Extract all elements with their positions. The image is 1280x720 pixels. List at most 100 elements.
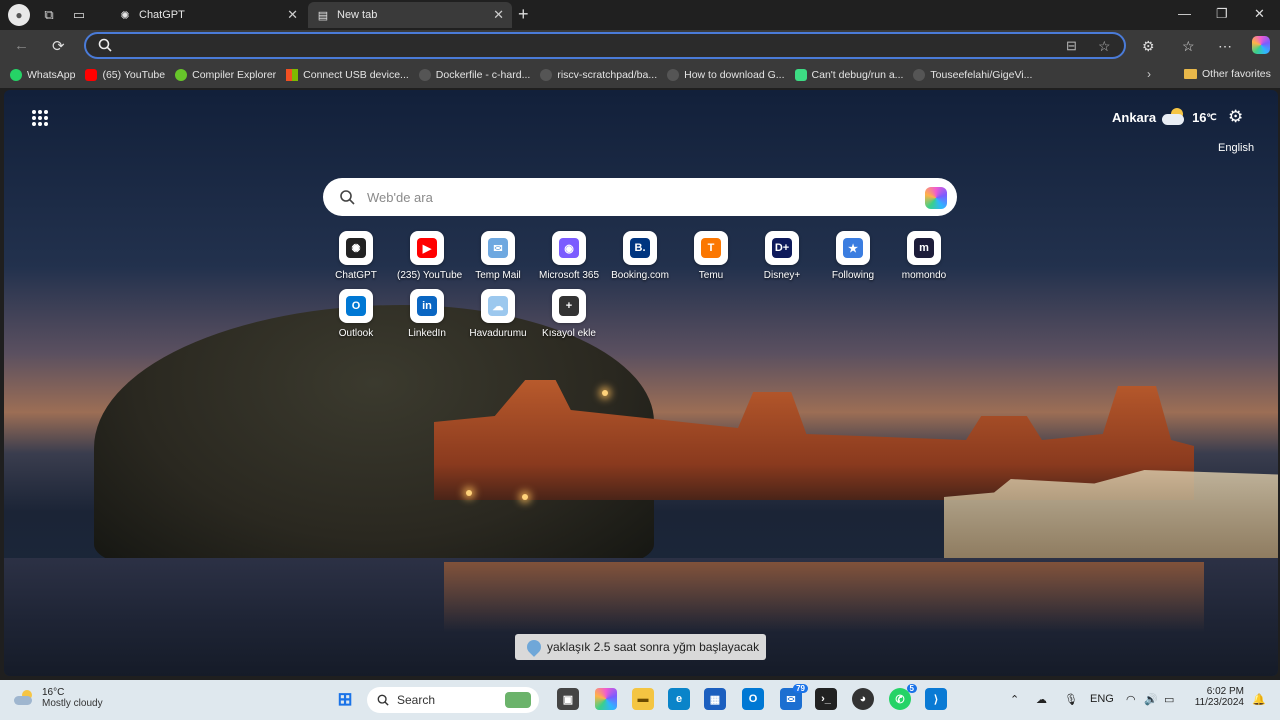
shortcut-tile-disney[interactable]: D+ Disney+ [752, 231, 812, 281]
windows-start-icon[interactable]: ⊞ [334, 688, 356, 710]
shortcut-icon-box: + [552, 289, 586, 323]
shortcut-label: ChatGPT [335, 270, 377, 281]
shortcut-tile-following[interactable]: ★ Following [823, 231, 883, 281]
microphone-icon[interactable]: 🎙 [1064, 693, 1078, 706]
bookmark-cant-debug[interactable]: Can't debug/run a... [794, 69, 903, 81]
m365-icon: ◉ [559, 238, 579, 258]
background-lamp [522, 494, 528, 500]
weather-icon: ☁ [488, 296, 508, 316]
github-icon [913, 69, 926, 81]
close-icon[interactable]: ✕ [287, 7, 298, 23]
app-icon[interactable]: ◕ [852, 688, 874, 710]
shortcut-tile-havadurumu[interactable]: ☁ Havadurumu [468, 289, 528, 339]
bookmark-compiler-explorer[interactable]: Compiler Explorer [175, 69, 276, 81]
shortcut-icon-box: O [339, 289, 373, 323]
tab-chatgpt[interactable]: ✺ ChatGPT ✕ [110, 2, 306, 28]
onedrive-icon[interactable]: ☁ [1036, 693, 1047, 706]
favorite-star-icon[interactable]: ☆ [1098, 38, 1111, 55]
vscode-icon[interactable]: ⟩ [925, 688, 947, 710]
bookmark-riscv[interactable]: riscv-scratchpad/ba... [540, 69, 657, 81]
shortcut-tile-temu[interactable]: T Temu [681, 231, 741, 281]
profile-avatar[interactable]: ● [8, 4, 30, 26]
file-explorer-icon[interactable]: ▬ [632, 688, 654, 710]
store-icon[interactable]: ▦ [704, 688, 726, 710]
shortcut-tile-kısayol-ekle[interactable]: + Kısayol ekle [539, 289, 599, 339]
minimize-button[interactable]: — [1178, 6, 1191, 21]
notification-bell-icon[interactable]: 🔔 [1252, 693, 1266, 706]
shortcut-label: Booking.com [611, 270, 669, 281]
search-icon [339, 189, 355, 205]
chevron-up-icon[interactable]: ⌃ [1010, 693, 1019, 706]
refresh-button[interactable]: ⟳ [52, 37, 65, 55]
wifi-icon[interactable]: ◠ [1126, 693, 1136, 706]
chatgpt-icon: ✺ [346, 238, 366, 258]
copilot-icon[interactable] [925, 187, 947, 209]
shortcut-label: Havadurumu [469, 328, 527, 339]
shortcut-tile-235-youtube[interactable]: ▶ (235) YouTube [397, 231, 462, 281]
teams-icon[interactable]: ✉ 79 [780, 684, 808, 710]
address-bar[interactable]: ⊟ ☆ [84, 32, 1126, 59]
shortcut-tile-booking-com[interactable]: B. Booking.com [610, 231, 670, 281]
weather-temp: 16 [1192, 109, 1207, 125]
outlook-icon[interactable]: O [742, 688, 764, 710]
more-menu-icon[interactable]: ⋯ [1218, 38, 1232, 55]
partly-cloudy-icon [14, 690, 34, 706]
taskbar-search[interactable]: Search [367, 687, 539, 713]
edge-icon[interactable]: e [668, 688, 690, 710]
shortcut-icon-box: ★ [836, 231, 870, 265]
background-lamp [602, 390, 608, 396]
language-selector[interactable]: English [1218, 142, 1254, 154]
windows-taskbar: 16°C Mostly cloudy ⊞ Search ▣ ▬ e ▦ O ✉ 7… [0, 680, 1280, 720]
new-tab-page: Ankara 16 ℃ ⚙ English Web'de ara ✺ ChatGPT… [4, 90, 1278, 676]
workspaces-icon[interactable]: ⧉ [38, 4, 60, 26]
shortcut-tile-chatgpt[interactable]: ✺ ChatGPT [326, 231, 386, 281]
new-tab-button[interactable]: + [518, 4, 529, 25]
disney-icon: D+ [772, 238, 792, 258]
shortcut-icon-box: ✉ [481, 231, 515, 265]
volume-icon[interactable]: 🔊 [1144, 693, 1158, 706]
terminal-icon[interactable]: ›_ [815, 688, 837, 710]
whatsapp-icon[interactable]: ✆ 5 [889, 684, 917, 710]
apps-launcher-icon[interactable] [32, 110, 48, 126]
shortcut-label: Following [831, 270, 875, 281]
extensions-icon[interactable]: ⚙ [1142, 38, 1155, 55]
taskbar-clock[interactable]: 6:02 PM 11/23/2024 [1190, 686, 1244, 708]
shortcut-tile-temp-mail[interactable]: ✉ Temp Mail [468, 231, 528, 281]
weather-widget[interactable]: Ankara 16 ℃ [1112, 108, 1217, 126]
web-search-box[interactable]: Web'de ara [323, 178, 957, 216]
close-window-button[interactable]: ✕ [1254, 6, 1265, 22]
vertical-tabs-icon[interactable]: ▭ [68, 4, 90, 26]
bookmark-gigevision[interactable]: Touseefelahi/GigeVi... [913, 69, 1032, 81]
settings-gear-icon[interactable]: ⚙ [1228, 107, 1243, 127]
bookmark-dockerfile[interactable]: Dockerfile - c-hard... [418, 69, 530, 81]
background-castle-wall [434, 380, 1194, 500]
battery-icon[interactable]: ▭ [1164, 693, 1174, 706]
maximize-button[interactable]: ❐ [1216, 6, 1228, 22]
shortcut-tile-linkedin[interactable]: in LinkedIn [397, 289, 457, 339]
chevron-right-icon[interactable]: › [1147, 67, 1151, 81]
shortcut-tile-microsoft-365[interactable]: ◉ Microsoft 365 [539, 231, 599, 281]
taskbar-weather[interactable]: 16°C Mostly cloudy [14, 687, 103, 709]
shortcut-tile-momondo[interactable]: m momondo [894, 231, 954, 281]
bookmark-whatsapp[interactable]: WhatsApp [10, 69, 75, 81]
bookmark-youtube[interactable]: (65) YouTube [85, 69, 165, 81]
shortcut-icon-box: T [694, 231, 728, 265]
tab-new-tab[interactable]: ▤ New tab ✕ [308, 2, 512, 28]
taskbar-search-label: Search [397, 693, 436, 707]
bookmark-how-to-download[interactable]: How to download G... [667, 69, 785, 81]
back-button[interactable]: ← [14, 37, 29, 54]
shortcut-tile-outlook[interactable]: O Outlook [326, 289, 386, 339]
tab-title: ChatGPT [139, 9, 185, 21]
task-view-icon[interactable]: ▣ [557, 688, 579, 710]
close-icon[interactable]: ✕ [493, 7, 504, 23]
copilot-icon[interactable] [595, 688, 617, 710]
favorites-icon[interactable]: ☆ [1182, 38, 1195, 55]
copilot-icon[interactable] [1252, 36, 1270, 54]
reader-mode-icon[interactable]: ⊟ [1066, 38, 1077, 54]
shortcut-label: Temu [698, 270, 724, 281]
language-indicator[interactable]: ENG [1090, 693, 1114, 705]
github-icon [418, 69, 431, 81]
other-favorites[interactable]: Other favorites [1184, 68, 1271, 80]
bookmark-connect-usb[interactable]: Connect USB device... [286, 69, 409, 81]
weather-alert-toast[interactable]: yaklaşık 2.5 saat sonra yğm başlayacak [515, 634, 766, 660]
